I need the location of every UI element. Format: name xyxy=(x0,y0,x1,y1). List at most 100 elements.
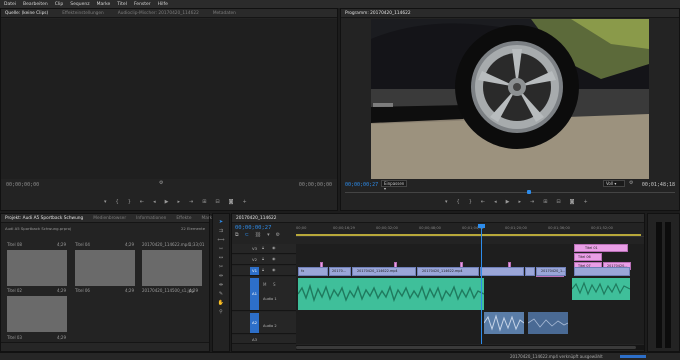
step-forward-icon[interactable]: ▸ xyxy=(518,200,521,205)
overwrite-icon[interactable]: ⊟ xyxy=(215,200,219,205)
tab-effects[interactable]: Effekte xyxy=(176,216,191,221)
hand-icon[interactable]: ✋ xyxy=(218,301,224,306)
time-ruler[interactable]: 00;00 00;00;16;29 00;00;32;00 00;00;48;0… xyxy=(296,225,644,237)
audio-waveform-a2[interactable] xyxy=(484,312,524,334)
menu-edit[interactable]: Bearbeiten xyxy=(23,2,48,7)
zoom-select[interactable]: Einpassen ▾ xyxy=(381,180,407,191)
video-clip[interactable]: 20170... xyxy=(329,267,351,276)
nest-icon[interactable]: ⧉ xyxy=(235,233,239,238)
rolling-edit-icon[interactable]: ⇿ xyxy=(219,247,223,252)
program-scrubber[interactable] xyxy=(345,190,675,194)
mute-icon[interactable]: M xyxy=(263,283,266,287)
project-item-name[interactable]: Titel 08 xyxy=(7,242,22,247)
tab-media-browser[interactable]: Medienbrowser xyxy=(93,216,126,221)
lift-icon[interactable]: ⊞ xyxy=(543,200,547,205)
add-marker-icon[interactable]: ▾ xyxy=(267,233,270,238)
solo-icon[interactable]: S xyxy=(273,283,276,287)
play-icon[interactable]: ▶ xyxy=(165,200,169,205)
playhead-handle[interactable] xyxy=(478,224,485,228)
go-to-in-icon[interactable]: ⇤ xyxy=(140,200,144,205)
project-item-name[interactable]: Titel 03 xyxy=(7,335,22,340)
eye-icon[interactable]: ◉ xyxy=(272,257,276,261)
step-back-icon[interactable]: ◂ xyxy=(494,200,497,205)
timeline-scrollbar[interactable] xyxy=(296,345,644,350)
wrench-icon[interactable]: ⚙ xyxy=(629,181,633,186)
lock-icon[interactable]: 🔒︎ xyxy=(262,257,264,261)
track-header-v1[interactable]: V1 🔒︎ ◉ xyxy=(232,266,296,276)
rate-stretch-icon[interactable]: ↔ xyxy=(219,256,223,261)
eye-icon[interactable]: ◉ xyxy=(272,268,276,272)
track-area[interactable]: Titel 01 Titel 06 Titel 07 20170420... T… xyxy=(296,224,644,344)
in-point-icon[interactable]: { xyxy=(457,200,460,205)
tab-audio-mixer[interactable]: Audioclip-Mischer: 20170420_114622 xyxy=(118,11,199,16)
extract-icon[interactable]: ⊟ xyxy=(556,200,560,205)
project-item-name[interactable]: 20170420_114500_s1.jpg xyxy=(142,288,194,293)
add-button-icon[interactable]: + xyxy=(583,200,587,205)
timeline-settings-icon[interactable]: ⚙ xyxy=(276,233,280,238)
razor-icon[interactable]: ✂ xyxy=(219,265,223,270)
playhead-marker[interactable] xyxy=(527,190,531,194)
program-timecode[interactable]: 00;00;00;27 xyxy=(345,182,378,188)
menu-window[interactable]: Fenster xyxy=(134,2,151,7)
lock-icon[interactable]: 🔒︎ xyxy=(262,246,264,250)
video-clip[interactable] xyxy=(480,267,524,276)
eye-icon[interactable]: ◉ xyxy=(272,246,276,250)
step-forward-icon[interactable]: ▸ xyxy=(177,200,180,205)
video-clip[interactable]: fx xyxy=(298,267,328,276)
tab-project[interactable]: Projekt: Audi A5 Sportback Schwung xyxy=(5,216,83,221)
out-point-icon[interactable]: } xyxy=(128,200,131,205)
track-header-a3[interactable]: A3 xyxy=(232,335,296,344)
track-select-icon[interactable]: ⇉ xyxy=(219,229,223,234)
menu-help[interactable]: Hilfe xyxy=(158,2,168,7)
linked-selection-icon[interactable]: ⛓ xyxy=(255,233,261,238)
project-thumbnail[interactable] xyxy=(142,250,202,286)
menu-clip[interactable]: Clip xyxy=(55,2,64,7)
project-item-name[interactable]: Titel 02 xyxy=(7,288,22,293)
video-clip[interactable] xyxy=(525,267,535,276)
tab-effect-controls[interactable]: Effekteinstellungen xyxy=(62,11,104,16)
audio-waveform-a2b[interactable] xyxy=(528,312,568,334)
in-point-icon[interactable]: { xyxy=(116,200,119,205)
project-item-name[interactable]: 20170420_114622.mp4 xyxy=(142,242,190,247)
play-icon[interactable]: ▶ xyxy=(506,200,510,205)
timeline-playhead[interactable] xyxy=(481,224,482,344)
title-clip[interactable]: Titel 06 xyxy=(574,253,602,261)
menu-title[interactable]: Titel xyxy=(117,2,127,7)
track-header-v3[interactable]: V3 🔒︎ ◉ xyxy=(232,244,296,254)
tab-program[interactable]: Programm: 20170420_114622 xyxy=(345,11,411,16)
marker-icon[interactable]: ▾ xyxy=(104,200,107,205)
export-frame-icon[interactable]: ◙ xyxy=(229,200,234,205)
go-to-in-icon[interactable]: ⇤ xyxy=(481,200,485,205)
timeline-timecode[interactable]: 00;00;00;27 xyxy=(235,225,271,231)
add-button-icon[interactable]: + xyxy=(242,200,246,205)
go-to-out-icon[interactable]: ⇥ xyxy=(530,200,534,205)
lock-icon[interactable]: 🔒︎ xyxy=(262,268,264,272)
track-header-v2[interactable]: V2 🔒︎ ◉ xyxy=(232,255,296,265)
marker-icon[interactable]: ▾ xyxy=(445,200,448,205)
title-clip[interactable]: Titel 01 xyxy=(574,244,628,252)
menu-marker[interactable]: Marke xyxy=(97,2,111,7)
track-header-a1[interactable]: A1 Audio 1 M S xyxy=(232,277,296,311)
slip-icon[interactable]: ⇹ xyxy=(219,274,223,279)
tab-source[interactable]: Quelle: (keine Clips) xyxy=(5,11,48,16)
snap-icon[interactable]: ⊂ xyxy=(245,233,249,238)
project-thumbnail[interactable] xyxy=(75,250,135,286)
tab-metadata[interactable]: Metadaten xyxy=(213,11,236,16)
project-thumbnail[interactable] xyxy=(7,296,67,332)
work-area-bar[interactable] xyxy=(296,234,641,236)
export-frame-icon[interactable]: ◙ xyxy=(570,200,575,205)
selection-tool-icon[interactable]: ➤ xyxy=(219,220,223,225)
video-clip[interactable] xyxy=(574,267,630,276)
step-back-icon[interactable]: ◂ xyxy=(153,200,156,205)
menu-sequence[interactable]: Sequenz xyxy=(70,2,89,7)
slide-icon[interactable]: ⇼ xyxy=(219,283,223,288)
video-clip[interactable]: 20170420_1... xyxy=(536,267,566,276)
project-item-name[interactable]: Titel 06 xyxy=(75,288,90,293)
audio-waveform-a1[interactable] xyxy=(298,278,484,310)
ripple-edit-icon[interactable]: ⟺ xyxy=(217,238,224,243)
menu-file[interactable]: Datei xyxy=(4,2,16,7)
scrollbar-thumb[interactable] xyxy=(296,346,636,349)
out-point-icon[interactable]: } xyxy=(469,200,472,205)
video-clip[interactable]: 20170420_114622.mp4 xyxy=(417,267,479,276)
tab-info[interactable]: Informationen xyxy=(136,216,166,221)
